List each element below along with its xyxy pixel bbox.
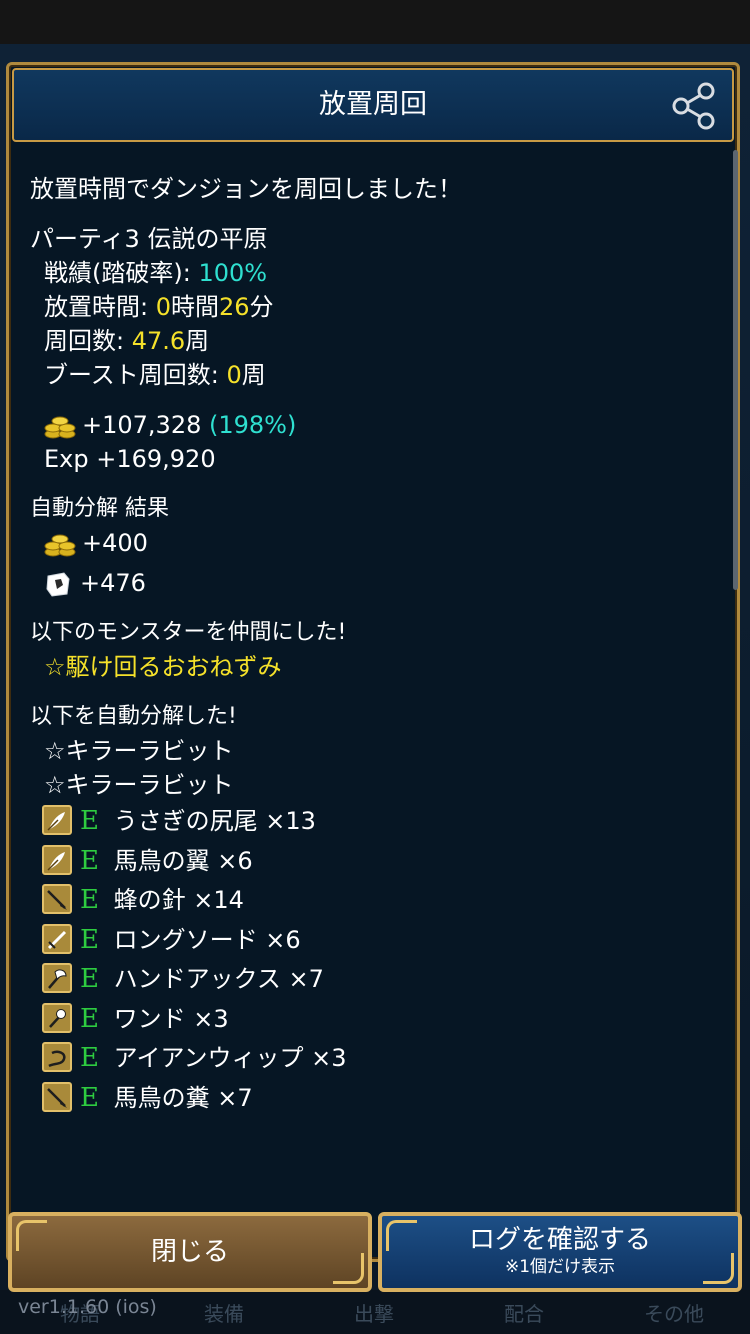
laps-row: 周回数: 47.6周 [44, 327, 210, 355]
ornament-icon [16, 1220, 47, 1251]
close-button[interactable]: 閉じる [8, 1212, 372, 1292]
record-row: 戦績(踏破率): 100% [44, 259, 268, 287]
decomposed-item: E ワンド ×3 [30, 1000, 730, 1040]
sword-icon [42, 923, 72, 954]
dialog-title: 放置周回 [319, 89, 427, 120]
decomposed-monster: ☆キラーラビット [44, 737, 234, 765]
recruited-monster: ☆駆け回るおおねずみ [44, 653, 282, 681]
nav-tab-fusion[interactable]: 配合 [504, 1298, 544, 1327]
decomposed-monster: ☆キラーラビット [44, 771, 234, 799]
spear-icon [42, 1081, 72, 1112]
view-log-button[interactable]: ログを確認する ※1個だけ表示 [378, 1212, 742, 1292]
decomposed-item: E ハンドアックス ×7 [30, 960, 730, 1000]
idle-time-row: 放置時間: 0時間26分 [44, 293, 274, 321]
feather-icon [42, 844, 72, 875]
decomposed-item: E ロングソード ×6 [30, 921, 730, 961]
result-log[interactable]: 放置時間でダンジョンを周回しました！ パーティ3 伝説の平原 戦績(踏破率): … [30, 172, 730, 1202]
nav-tab-equip[interactable]: 装備 [204, 1298, 244, 1327]
whip-icon [42, 1042, 72, 1072]
auto-decompose-title: 自動分解 結果 [30, 496, 169, 521]
ornament-icon [386, 1220, 417, 1251]
axe-icon [42, 963, 72, 993]
spear-icon [42, 884, 72, 914]
material-icon [44, 570, 72, 598]
gold-coins-icon [44, 412, 76, 440]
ornament-icon [703, 1253, 734, 1284]
feather-icon [42, 805, 72, 835]
decomposed-item: E 蜂の針 ×14 [30, 881, 730, 921]
dialog-header: 放置周回 [12, 68, 734, 142]
decomposed-item: E うさぎの尻尾 ×13 [30, 802, 730, 842]
view-log-note: ※1個だけ表示 [504, 1257, 616, 1277]
nav-tab-sortie[interactable]: 出撃 [354, 1298, 394, 1327]
decomposed-item: E 馬鳥の糞 ×7 [30, 1079, 730, 1119]
ornament-icon [333, 1253, 364, 1284]
close-button-label: 閉じる [150, 1237, 229, 1267]
decompose-material-row: +476 [30, 566, 730, 600]
recruited-title: 以下のモンスターを仲間にした! [30, 620, 347, 645]
status-bar [0, 0, 750, 44]
nav-tab-other[interactable]: その他 [644, 1298, 704, 1327]
intro-text: 放置時間でダンジョンを周回しました！ [30, 175, 462, 203]
view-log-label: ログを確認する [468, 1225, 651, 1255]
gold-coins-icon [44, 530, 76, 558]
decomposed-item: E 馬鳥の翼 ×6 [30, 842, 730, 882]
exp-reward: Exp +169,920 [44, 445, 216, 473]
share-icon[interactable] [666, 78, 722, 134]
gold-reward-row: +107,328 (198%) [30, 408, 730, 442]
scrollbar[interactable] [733, 150, 738, 590]
version-label: ver1.1.60 (ios) [18, 1296, 157, 1318]
wand-icon [42, 1002, 72, 1033]
party-name: パーティ3 伝説の平原 [30, 225, 268, 253]
decompose-gold-row: +400 [30, 526, 730, 560]
decomposed-item: E アイアンウィップ ×3 [30, 1039, 730, 1079]
boost-laps-row: ブースト周回数: 0周 [44, 361, 266, 389]
decomposed-title: 以下を自動分解した! [30, 704, 237, 729]
